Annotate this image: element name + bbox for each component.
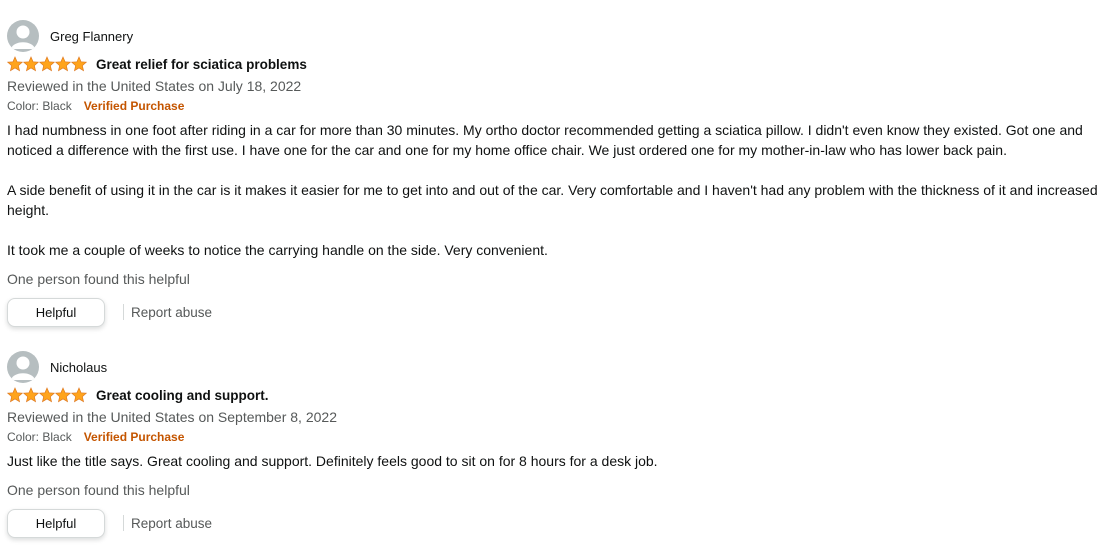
review-body: Just like the title says. Great cooling …: [7, 451, 1120, 471]
star-rating[interactable]: [7, 56, 87, 72]
divider: [123, 515, 124, 531]
review-paragraph: It took me a couple of weeks to notice t…: [7, 242, 548, 258]
report-abuse-link[interactable]: Report abuse: [131, 516, 212, 531]
review-date: Reviewed in the United States on July 18…: [7, 78, 302, 94]
review-title[interactable]: Great cooling and support.: [96, 388, 269, 403]
product-format[interactable]: Color: Black: [7, 98, 72, 114]
review-paragraph: A side benefit of using it in the car is…: [7, 182, 1098, 218]
review-body: I had numbness in one foot after riding …: [7, 120, 1120, 260]
review-card: Nicholaus Great cooling and support. Rev…: [7, 351, 1120, 546]
product-format[interactable]: Color: Black: [7, 429, 72, 445]
star-icon: [39, 387, 55, 403]
review-paragraph: Just like the title says. Great cooling …: [7, 453, 658, 469]
star-icon: [23, 387, 39, 403]
verified-purchase-badge: Verified Purchase: [83, 99, 185, 113]
helpful-button[interactable]: Helpful: [7, 508, 105, 538]
review-title[interactable]: Great relief for sciatica problems: [96, 57, 307, 72]
helpful-count: One person found this helpful: [7, 482, 190, 498]
star-icon: [55, 56, 71, 72]
star-rating[interactable]: [7, 387, 87, 403]
review-card: Greg Flannery Great relief for sciatica …: [7, 20, 1120, 332]
profile[interactable]: Nicholaus: [7, 351, 107, 383]
star-icon: [71, 387, 87, 403]
star-icon: [7, 387, 23, 403]
profile[interactable]: Greg Flannery: [7, 20, 133, 52]
helpful-count: One person found this helpful: [7, 271, 190, 287]
star-icon: [55, 387, 71, 403]
profile-name: Nicholaus: [50, 359, 108, 375]
verified-purchase-badge: Verified Purchase: [83, 430, 185, 444]
star-icon: [71, 56, 87, 72]
star-icon: [23, 56, 39, 72]
avatar-icon: [7, 20, 39, 52]
divider: [123, 304, 124, 320]
star-icon: [7, 56, 23, 72]
profile-name: Greg Flannery: [50, 28, 134, 44]
report-abuse-link[interactable]: Report abuse: [131, 305, 212, 320]
star-icon: [39, 56, 55, 72]
review-paragraph: I had numbness in one foot after riding …: [7, 122, 1083, 158]
avatar-icon: [7, 351, 39, 383]
review-date: Reviewed in the United States on Septemb…: [7, 409, 337, 425]
helpful-button[interactable]: Helpful: [7, 297, 105, 327]
